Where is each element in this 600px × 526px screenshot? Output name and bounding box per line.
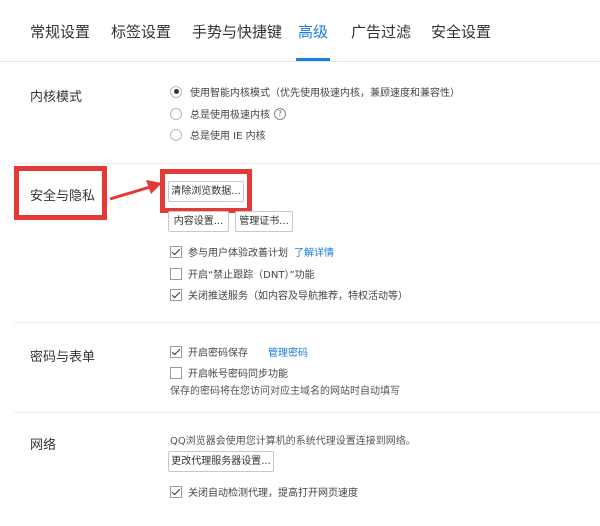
tab-tabs[interactable]: 标签设置 [111, 21, 171, 42]
tab-general[interactable]: 常规设置 [30, 21, 90, 42]
checkbox-password-sync[interactable] [170, 366, 182, 379]
checkbox-ux-program[interactable] [170, 245, 182, 258]
radio-ie-kernel[interactable] [170, 128, 182, 141]
radio-smart-kernel[interactable] [170, 85, 182, 98]
check-label: 开启密码保存 [188, 348, 248, 359]
check-save-password[interactable]: 开启密码保存 管理密码 [170, 344, 308, 359]
checkbox-dnt[interactable] [170, 267, 182, 280]
clear-browsing-data-button[interactable]: 清除浏览数据... [168, 181, 244, 202]
check-push-service[interactable]: 关闭推送服务（如内容及导航推荐，特权活动等） [170, 287, 408, 302]
kernel-option-label: 使用智能内核模式（优先使用极速内核，兼顾速度和兼容性） [190, 88, 460, 99]
learn-more-link[interactable]: 了解详情 [294, 244, 334, 259]
tab-gestures-shortcuts[interactable]: 手势与快捷键 [192, 21, 282, 42]
checkbox-auto-proxy[interactable] [170, 485, 182, 498]
help-icon[interactable]: ? [274, 107, 286, 120]
check-label: 参与用户体验改善计划 [188, 248, 288, 259]
arrow-annotation [109, 180, 162, 201]
check-ux-program[interactable]: 参与用户体验改善计划 了解详情 [170, 244, 334, 259]
checkbox-push-service[interactable] [170, 288, 182, 301]
section-divider [14, 163, 600, 164]
check-auto-proxy[interactable]: 关闭自动检测代理，提高打开网页速度 [170, 484, 358, 499]
tab-advanced[interactable]: 高级 [298, 21, 328, 42]
kernel-option-label: 总是使用 IE 内核 [190, 131, 266, 142]
content-settings-button[interactable]: 内容设置... [168, 211, 229, 232]
change-proxy-button[interactable]: 更改代理服务器设置... [168, 451, 274, 472]
security-section-title: 安全与隐私 [30, 189, 96, 204]
kernel-option-fast[interactable]: 总是使用极速内核 ? [170, 106, 286, 121]
kernel-option-smart[interactable]: 使用智能内核模式（优先使用极速内核，兼顾速度和兼容性） [170, 84, 460, 99]
tab-ad-filter[interactable]: 广告过滤 [351, 21, 411, 42]
kernel-option-label: 总是使用极速内核 [190, 110, 270, 121]
password-section-title: 密码与表单 [30, 350, 96, 365]
kernel-option-ie[interactable]: 总是使用 IE 内核 [170, 127, 266, 142]
check-label: 开启帐号密码同步功能 [188, 369, 288, 380]
network-section-title: 网络 [30, 438, 57, 453]
password-note: 保存的密码将在您访问对应主域名的网站时自动填写 [170, 386, 400, 397]
manage-passwords-link[interactable]: 管理密码 [268, 344, 308, 359]
check-password-sync[interactable]: 开启帐号密码同步功能 [170, 365, 288, 380]
tab-security[interactable]: 安全设置 [431, 21, 491, 42]
network-note: QQ浏览器会使用您计算机的系统代理设置连接到网络。 [170, 436, 416, 447]
checkbox-save-password[interactable] [170, 345, 182, 358]
radio-fast-kernel[interactable] [170, 107, 182, 120]
section-divider [14, 322, 600, 323]
check-label: 关闭推送服务（如内容及导航推荐，特权活动等） [188, 291, 408, 302]
settings-tabs: 常规设置 标签设置 手势与快捷键 高级 广告过滤 安全设置 [0, 0, 600, 62]
check-label: 关闭自动检测代理，提高打开网页速度 [188, 488, 358, 499]
active-tab-indicator [296, 58, 330, 61]
check-dnt[interactable]: 开启“禁止跟踪（DNT）”功能 [170, 266, 315, 281]
kernel-section-title: 内核模式 [30, 90, 83, 105]
check-label: 开启“禁止跟踪（DNT）”功能 [188, 270, 315, 281]
section-divider [14, 412, 600, 413]
manage-certificates-button[interactable]: 管理证书... [235, 211, 293, 232]
